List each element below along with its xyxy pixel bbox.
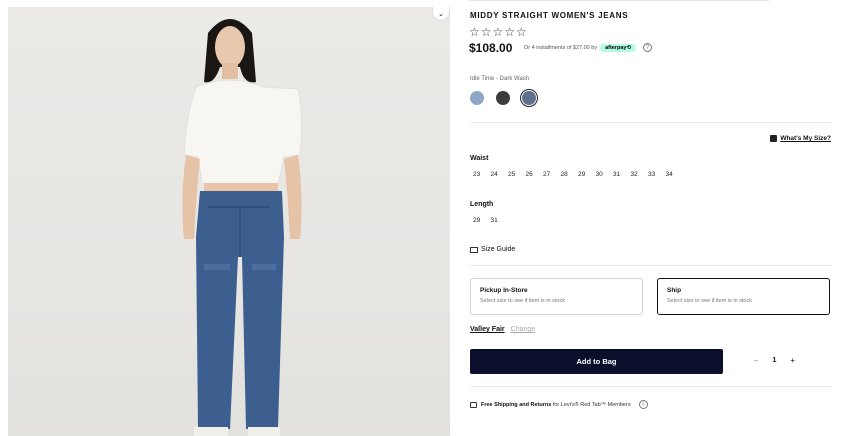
- help-icon[interactable]: ?: [643, 43, 653, 52]
- product-details: MIDDY STRAIGHT WOMEN'S JEANS ☆☆☆☆☆ $108.…: [469, 0, 833, 436]
- whats-my-size-label: What's My Size?: [780, 135, 831, 142]
- waist-size[interactable]: 26: [526, 171, 544, 178]
- length-sizes: 29 31: [473, 217, 508, 224]
- swatch-dark-wash[interactable]: [522, 91, 536, 105]
- whats-my-size-link[interactable]: What's My Size?: [770, 135, 831, 142]
- model-illustration: [182, 19, 303, 436]
- store-selector: Valley Fair Change: [470, 326, 535, 333]
- waist-size[interactable]: 23: [473, 171, 491, 178]
- ruler-icon: [470, 246, 478, 253]
- increase-quantity-button[interactable]: +: [790, 356, 795, 365]
- shipping-note-rest: for Levi's® Red Tab™ Members: [551, 401, 631, 408]
- quantity-stepper: – 1 +: [754, 356, 795, 365]
- length-size[interactable]: 31: [491, 217, 509, 224]
- waist-label: Waist: [470, 155, 489, 162]
- afterpay-logo: afterpay⟲: [600, 43, 637, 52]
- ship-title: Ship: [667, 287, 682, 294]
- waist-size[interactable]: 28: [561, 171, 579, 178]
- waist-size[interactable]: 25: [508, 171, 526, 178]
- waist-sizes: 23 24 25 26 27 28 29 30 31 32 33 34: [473, 171, 683, 178]
- waist-size[interactable]: 29: [578, 171, 596, 178]
- change-store-link[interactable]: Change: [511, 326, 536, 333]
- pickup-subtitle: Select size to see if item is in stock: [480, 298, 565, 304]
- divider: [469, 386, 833, 387]
- info-icon[interactable]: i: [638, 400, 648, 409]
- decrease-quantity-button[interactable]: –: [754, 356, 758, 365]
- waist-size[interactable]: 32: [631, 171, 649, 178]
- swatch-light-wash[interactable]: [470, 91, 484, 105]
- waist-size[interactable]: 34: [666, 171, 684, 178]
- size-guide-label: Size Guide: [481, 246, 516, 253]
- divider: [469, 122, 833, 123]
- waist-size[interactable]: 27: [543, 171, 561, 178]
- ship-option[interactable]: Ship Select size to see if item is in st…: [657, 278, 830, 315]
- product-title: MIDDY STRAIGHT WOMEN'S JEANS: [470, 11, 629, 20]
- rating-stars[interactable]: ☆☆☆☆☆: [469, 25, 528, 39]
- store-name-link[interactable]: Valley Fair: [470, 326, 505, 333]
- waist-size[interactable]: 24: [491, 171, 509, 178]
- swatch-black[interactable]: [496, 91, 510, 105]
- shipping-note: Free Shipping and Returns for Levi's® Re…: [470, 400, 648, 409]
- installments-info: Or 4 installments of $27.00 by afterpay⟲…: [524, 43, 653, 52]
- length-label: Length: [470, 201, 494, 208]
- product-image: ⌄: [8, 7, 450, 436]
- shipping-note-bold: Free Shipping and Returns: [481, 401, 552, 408]
- product-price: $108.00: [469, 41, 513, 55]
- color-name: Idle Time - Dark Wash: [470, 76, 530, 82]
- top-divider: [469, 0, 769, 1]
- ship-subtitle: Select size to see if item is in stock: [667, 298, 752, 304]
- length-size[interactable]: 29: [473, 217, 491, 224]
- shipping-note-text: Free Shipping and Returns for Levi's® Re…: [481, 402, 631, 408]
- pickup-in-store-option[interactable]: Pickup In-Store Select size to see if it…: [470, 278, 643, 315]
- pickup-title: Pickup In-Store: [480, 287, 528, 294]
- divider: [469, 265, 833, 266]
- waist-size[interactable]: 31: [613, 171, 631, 178]
- chevron-down-icon: ⌄: [438, 11, 444, 18]
- add-to-bag-button[interactable]: Add to Bag: [470, 349, 723, 374]
- waist-size[interactable]: 30: [596, 171, 614, 178]
- waist-size[interactable]: 33: [648, 171, 666, 178]
- quantity-value: 1: [772, 357, 777, 364]
- color-swatches: [470, 91, 536, 105]
- size-tool-icon: [770, 135, 778, 142]
- size-guide-link[interactable]: Size Guide: [470, 246, 515, 253]
- shipping-icon: [470, 401, 477, 408]
- installments-text: Or 4 installments of $27.00 by: [524, 44, 598, 51]
